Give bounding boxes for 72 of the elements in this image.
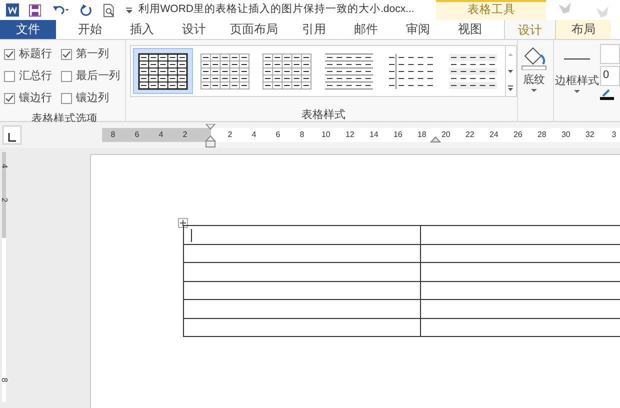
border-styles-button[interactable]: 边框样式 — [554, 40, 600, 121]
ruler-number: 2 — [182, 129, 188, 141]
ribbon-tab[interactable]: 文件 — [0, 19, 56, 39]
ruler-number: 8 — [298, 129, 306, 141]
pen-color-icon[interactable] — [600, 88, 614, 100]
checkbox[interactable] — [61, 92, 72, 104]
ruler-number: 3 — [610, 129, 618, 141]
checkbox-label: 镶边列 — [76, 90, 109, 106]
ruler-number: 30 — [560, 129, 571, 141]
ribbon-tab[interactable]: 设计 — [168, 19, 220, 39]
ruler-number: 26 — [512, 129, 523, 141]
table-style-thumbnail[interactable] — [133, 48, 193, 94]
shading-button[interactable]: 底纹 — [518, 40, 550, 121]
contextual-tab-group: 表格工具 — [436, 0, 546, 20]
undo-icon[interactable] — [53, 4, 70, 16]
pen-weight-field[interactable]: 0 — [600, 66, 620, 86]
ribbon-tab[interactable]: 视图 — [444, 19, 496, 39]
redo-icon[interactable] — [80, 4, 92, 16]
ruler-number: 28 — [536, 129, 547, 141]
checkbox-label: 标题行 — [19, 46, 52, 62]
ruler-number: 24 — [488, 129, 499, 141]
ruler-number: 22 — [464, 129, 475, 141]
ruler-number: 4 — [158, 129, 164, 141]
checkbox[interactable] — [4, 70, 15, 82]
save-icon[interactable] — [29, 4, 42, 16]
checkbox[interactable] — [4, 92, 15, 104]
print-preview-icon[interactable] — [103, 2, 116, 18]
ribbon-tab[interactable]: 开始 — [64, 19, 116, 39]
indent-marker-icon[interactable] — [204, 124, 216, 148]
caret-icon — [531, 88, 538, 92]
ruler-number: 18 — [416, 129, 427, 141]
window-title: 利用WORD里的表格让插入的图片保持一致的大小.docx... — [138, 2, 416, 18]
line-style-field[interactable] — [600, 44, 620, 64]
checkbox-label: 最后一列 — [76, 68, 120, 84]
ruler-number: 8 — [110, 129, 116, 141]
ribbon-tab[interactable]: 引用 — [288, 19, 340, 39]
checkbox-label: 第一列 — [76, 46, 109, 62]
checkbox-label: 汇总行 — [19, 68, 52, 84]
ruler-number: 14 — [368, 129, 379, 141]
ruler-number: 16 — [392, 129, 403, 141]
tab-selector[interactable] — [2, 125, 22, 145]
ruler-number: 10 — [320, 129, 331, 141]
right-indent-marker-icon[interactable] — [430, 136, 441, 144]
ruler-number: 4 — [250, 129, 258, 141]
left-tab-icon — [8, 133, 16, 143]
checkbox[interactable] — [61, 48, 72, 60]
ribbon-tab[interactable]: 审阅 — [392, 19, 444, 39]
document-table[interactable] — [183, 225, 620, 337]
ribbon-tab[interactable]: 设计 — [504, 19, 556, 39]
ruler-number: 2 — [226, 129, 234, 141]
group-label: 表格样式 — [300, 108, 346, 123]
ribbon-tab[interactable]: 邮件 — [340, 19, 392, 39]
ruler-number: 2 — [0, 198, 10, 202]
dropdown-icon[interactable] — [126, 6, 132, 14]
ruler-number: 32 — [584, 129, 595, 141]
text-cursor — [191, 229, 192, 242]
ribbon-tab[interactable]: 页面布局 — [220, 19, 288, 39]
ruler-number: 20 — [440, 129, 451, 141]
ruler-number: 8 — [0, 378, 10, 382]
checkbox[interactable] — [61, 70, 72, 82]
ruler-number: 6 — [274, 129, 282, 141]
table-move-handle-icon[interactable] — [178, 218, 188, 228]
ribbon-tab[interactable]: 布局 — [556, 19, 611, 39]
ruler-number: 6 — [134, 129, 140, 141]
ruler-number: 12 — [344, 129, 355, 141]
ribbon-tab[interactable]: 插入 — [116, 19, 168, 39]
checkbox-label: 镶边行 — [19, 90, 52, 106]
line-style-icon — [564, 58, 590, 60]
ruler-number: 4 — [0, 164, 10, 168]
word-logo-icon[interactable] — [6, 3, 20, 17]
caret-icon — [574, 90, 580, 94]
checkbox[interactable] — [4, 48, 15, 60]
